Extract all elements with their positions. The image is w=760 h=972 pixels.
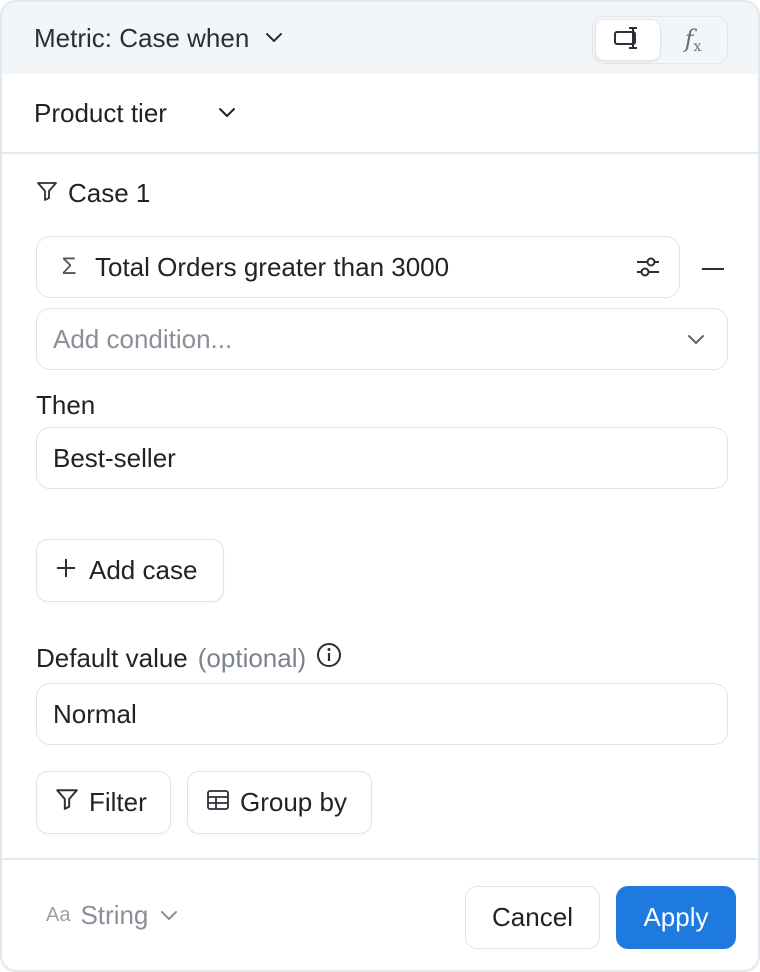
metric-type-dropdown[interactable]: Metric: Case when	[34, 23, 285, 54]
add-condition-placeholder: Add condition...	[53, 323, 233, 354]
case-title: Case 1	[68, 178, 151, 208]
optional-hint: (optional)	[197, 643, 307, 673]
group-by-label: Group by	[240, 787, 347, 817]
then-value: Best-seller	[53, 442, 176, 473]
default-value-input[interactable]: Normal	[36, 683, 728, 745]
add-case-label: Add case	[89, 555, 198, 585]
filter-icon	[36, 178, 58, 209]
minus-icon	[701, 258, 725, 276]
plus-icon	[55, 555, 77, 586]
column-name-row[interactable]: Product tier	[2, 74, 758, 154]
output-type-dropdown[interactable]: Aa String	[46, 900, 180, 931]
column-name-label: Product tier	[34, 97, 167, 128]
default-value-title: Default value	[36, 643, 188, 673]
chevron-down-icon	[158, 905, 180, 927]
filter-label: Filter	[89, 787, 147, 817]
default-value: Normal	[53, 698, 137, 729]
case-header: Case 1	[36, 178, 150, 209]
apply-button[interactable]: Apply	[616, 886, 736, 949]
filter-button[interactable]: Filter	[36, 771, 171, 834]
visual-builder-icon	[613, 25, 643, 56]
sliders-icon[interactable]	[635, 254, 661, 287]
add-condition-select[interactable]: Add condition...	[36, 308, 728, 370]
remove-condition-button[interactable]	[698, 252, 728, 282]
filter-icon	[55, 787, 79, 818]
formula-fx-icon: fx	[684, 25, 702, 55]
group-by-button[interactable]: Group by	[187, 771, 372, 834]
visual-builder-mode-button[interactable]	[595, 19, 661, 61]
default-value-label: Default value (optional)	[36, 642, 342, 675]
cancel-button[interactable]: Cancel	[465, 886, 600, 949]
sigma-icon: Σ	[61, 253, 77, 280]
info-icon[interactable]	[316, 642, 342, 675]
then-label: Then	[36, 390, 96, 420]
text-type-icon: Aa	[46, 904, 71, 926]
table-icon	[206, 787, 230, 818]
condition-chip[interactable]: Σ Total Orders greater than 3000	[36, 236, 680, 298]
chevron-down-icon	[263, 27, 285, 49]
output-type-label: String	[80, 900, 149, 930]
formula-mode-button[interactable]: fx	[661, 19, 725, 61]
then-value-input[interactable]: Best-seller	[36, 427, 728, 489]
chevron-down-icon	[216, 102, 238, 124]
case-when-panel: Metric: Case when fx Product tier Case 1…	[0, 0, 760, 972]
panel-footer: Aa String Cancel Apply	[2, 858, 758, 970]
condition-text: Total Orders greater than 3000	[95, 251, 450, 282]
panel-header: Metric: Case when fx	[2, 2, 758, 74]
metric-title: Metric: Case when	[34, 22, 250, 53]
add-case-button[interactable]: Add case	[36, 539, 224, 602]
editor-mode-toggle: fx	[592, 16, 728, 64]
chevron-down-icon	[685, 329, 707, 351]
